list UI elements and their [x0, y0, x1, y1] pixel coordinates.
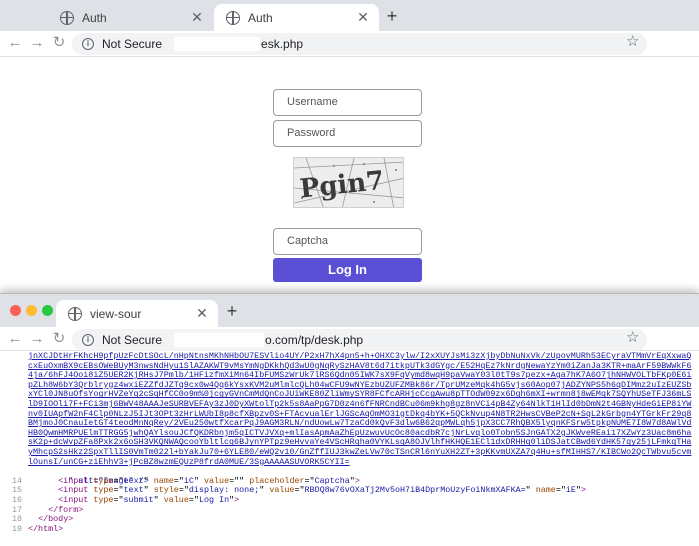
- close-window-button[interactable]: [10, 305, 21, 316]
- plus-icon[interactable]: +: [222, 301, 242, 322]
- not-secure-label: Not Secure: [102, 37, 163, 51]
- tab-auth-2[interactable]: Auth ✕: [214, 4, 379, 31]
- close-icon[interactable]: ✕: [189, 9, 205, 26]
- source-line: </form>: [48, 504, 84, 515]
- captcha-image: Pgin7: [293, 157, 404, 208]
- browser-toolbar: ← → ↻ i Not Secure esk.php ☆: [0, 31, 699, 57]
- back-arrow-icon[interactable]: ←: [6, 330, 24, 348]
- line-number: [0, 419, 24, 429]
- bookmark-star-icon[interactable]: ☆: [626, 328, 639, 346]
- line-number: [0, 429, 24, 439]
- tab-view-source[interactable]: view-sour ✕: [56, 300, 218, 327]
- tab-auth-1[interactable]: Auth ✕: [48, 4, 213, 31]
- close-icon[interactable]: ✕: [355, 9, 371, 26]
- line-number: [0, 458, 24, 468]
- source-code: jnXCJDtHrFKhcH9pfpUzFcDtSOcL/nHpNtnsMKhN…: [28, 352, 696, 534]
- line-number: [0, 438, 24, 448]
- base64-image-data-link[interactable]: jnXCJDtHrFKhcH9pfpUzFcDtSOcL/nHpNtnsMKhN…: [28, 352, 696, 467]
- line-number: [0, 390, 24, 400]
- redacted-url-mask: [174, 333, 265, 347]
- globe-icon: [226, 10, 240, 25]
- globe-icon: [60, 10, 74, 25]
- captcha-text: Pgin7: [298, 166, 385, 205]
- line-number-gutter: 14 15 16 17 18 19: [0, 352, 24, 546]
- line-number: [0, 352, 24, 362]
- browser-toolbar: ← → ↻ i Not Secure o.com/tp/desk.php ☆: [0, 327, 699, 351]
- back-arrow-icon[interactable]: ←: [6, 34, 24, 52]
- minimize-window-button[interactable]: [26, 305, 37, 316]
- line-number: [0, 410, 24, 420]
- password-input[interactable]: Password: [273, 120, 422, 147]
- line-number: [0, 400, 24, 410]
- reload-icon[interactable]: ↻: [50, 34, 68, 52]
- auth-browser-window: Auth ✕ Auth ✕ + ← → ↻ i Not Secure esk.p…: [0, 0, 699, 300]
- info-icon[interactable]: i: [82, 38, 94, 50]
- source-lines: <input type="text" name="iC" value="" pl…: [28, 476, 696, 535]
- forward-arrow-icon[interactable]: →: [28, 34, 46, 52]
- line-number: [0, 371, 24, 381]
- tab-title: Auth: [248, 10, 273, 25]
- captcha-input[interactable]: Captcha: [273, 228, 422, 255]
- source-line: </body>: [38, 514, 74, 525]
- not-secure-label: Not Secure: [102, 333, 163, 347]
- close-icon[interactable]: ✕: [194, 305, 210, 322]
- line-number: [0, 381, 24, 391]
- tab-title: view-sour: [90, 306, 142, 321]
- line-number: [0, 448, 24, 458]
- view-source-browser-window: view-sour ✕ + ← → ↻ i Not Secure o.com/t…: [0, 293, 699, 546]
- info-icon[interactable]: i: [82, 334, 94, 346]
- captcha-graphic: Pgin7: [294, 158, 403, 207]
- line-number: 19: [11, 523, 22, 534]
- address-bar[interactable]: i Not Secure esk.php: [72, 33, 647, 55]
- forward-arrow-icon[interactable]: →: [28, 330, 46, 348]
- url-text: o.com/tp/desk.php: [265, 333, 364, 347]
- login-button[interactable]: Log In: [273, 258, 422, 282]
- source-line: <input type="submit" value="Log In">: [58, 494, 240, 505]
- bookmark-star-icon[interactable]: ☆: [626, 32, 639, 50]
- plus-icon[interactable]: +: [382, 6, 402, 27]
- globe-icon: [68, 306, 82, 321]
- reload-icon[interactable]: ↻: [50, 330, 68, 348]
- username-input[interactable]: Username: [273, 89, 422, 116]
- tab-title: Auth: [82, 10, 107, 25]
- source-code-view: 14 15 16 17 18 19 jnXCJDtHrFKhcH9pfpUzFcDtSOc…: [0, 352, 699, 546]
- redacted-url-mask: [174, 37, 261, 51]
- url-text: esk.php: [261, 37, 304, 51]
- zoom-window-button[interactable]: [42, 305, 53, 316]
- tab-strip: view-sour ✕ +: [0, 294, 699, 327]
- address-bar[interactable]: i Not Secure o.com/tp/desk.php: [72, 329, 647, 351]
- page-content: Username Password Pgin7 Captcha Log In: [0, 58, 699, 300]
- tab-strip: Auth ✕ Auth ✕ +: [0, 0, 699, 31]
- source-line: </html>: [28, 523, 64, 534]
- line-number: [0, 362, 24, 372]
